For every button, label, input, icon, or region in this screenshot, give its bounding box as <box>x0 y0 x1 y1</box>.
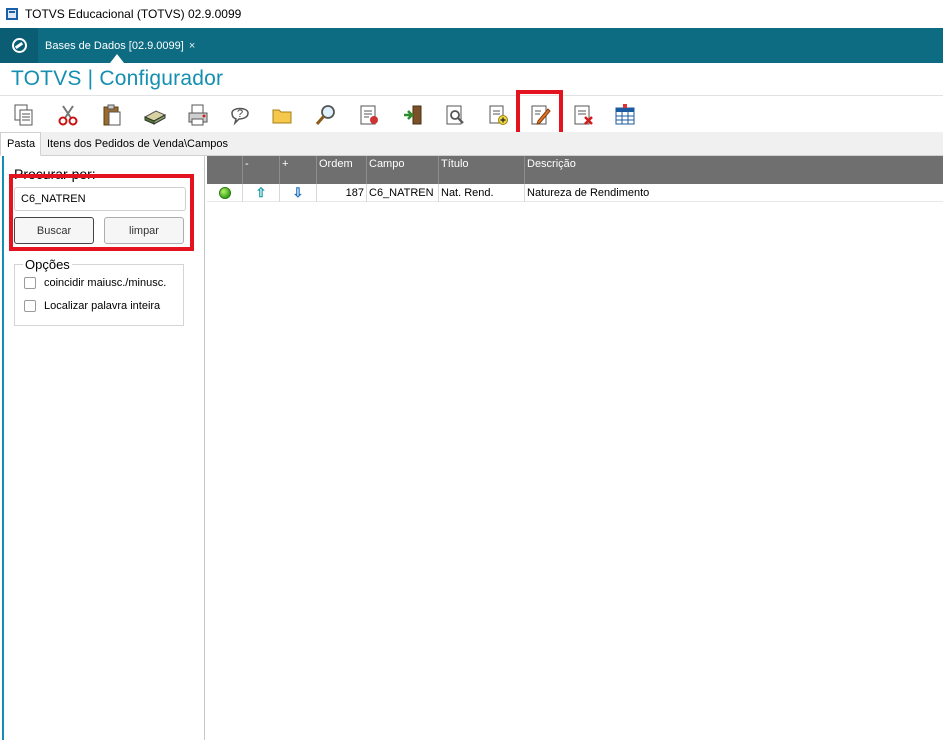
totvs-logo-icon <box>11 38 27 53</box>
ordem-cell: 187 <box>317 184 367 202</box>
folder-icon[interactable] <box>267 100 297 130</box>
tab-label: Bases de Dados [02.9.0099] <box>45 39 184 52</box>
campo-cell: C6_NATREN <box>367 184 439 202</box>
svg-text:?: ? <box>237 108 243 120</box>
document-icon[interactable] <box>354 100 384 130</box>
search-icon[interactable] <box>311 100 341 130</box>
panel-accent-bar <box>2 156 4 740</box>
page-title: TOTVS | Configurador <box>11 67 224 90</box>
active-tab-pointer <box>110 54 124 63</box>
close-tab-icon[interactable]: × <box>189 40 195 52</box>
fields-grid: - + Ordem Campo Título Descrição ⇧ ⇩ 187… <box>207 156 943 740</box>
column-descricao[interactable]: Descrição <box>525 156 943 184</box>
options-group: Opções coincidir maiusc./minusc. Localiz… <box>14 257 184 326</box>
window-titlebar: TOTVS Educacional (TOTVS) 02.9.0099 <box>0 0 943 28</box>
column-status[interactable] <box>207 156 243 184</box>
breadcrumb-path: Itens dos Pedidos de Venda\Campos <box>47 138 229 150</box>
exit-icon[interactable] <box>398 100 428 130</box>
edit-icon[interactable] <box>525 100 555 130</box>
status-green-icon <box>218 187 231 199</box>
copy-icon[interactable] <box>9 100 39 130</box>
option-match-case[interactable]: coincidir maiusc./minusc. <box>24 277 166 289</box>
folder-tabs: Pasta Itens dos Pedidos de Venda\Campos <box>0 132 943 156</box>
match-case-label: coincidir maiusc./minusc. <box>44 277 167 289</box>
preview-icon[interactable] <box>440 100 470 130</box>
arrow-up-icon[interactable]: ⇧ <box>256 185 267 201</box>
whole-word-checkbox[interactable] <box>24 300 36 312</box>
tab-pasta[interactable]: Pasta <box>0 132 41 156</box>
whole-word-label: Localizar palavra inteira <box>44 300 161 312</box>
search-panel: Procurar por: Buscar limpar Opções coinc… <box>0 156 205 740</box>
column-minus[interactable]: - <box>243 156 280 184</box>
paste-icon[interactable] <box>97 100 127 130</box>
move-down-cell[interactable]: ⇩ <box>280 184 317 202</box>
status-cell <box>207 184 243 202</box>
option-whole-word[interactable]: Localizar palavra inteira <box>24 300 160 312</box>
app-window-icon <box>6 8 18 20</box>
grid-header: - + Ordem Campo Título Descrição <box>207 156 943 184</box>
procurar-label: Procurar por: <box>14 166 96 182</box>
arrow-down-icon[interactable]: ⇩ <box>293 185 304 201</box>
buscar-button[interactable]: Buscar <box>14 217 94 244</box>
window-title: TOTVS Educacional (TOTVS) 02.9.0099 <box>25 7 242 21</box>
move-up-cell[interactable]: ⇧ <box>243 184 280 202</box>
book-icon[interactable] <box>140 100 170 130</box>
column-campo[interactable]: Campo <box>367 156 439 184</box>
table-icon[interactable] <box>610 100 640 130</box>
totvs-home-button[interactable] <box>0 28 38 63</box>
add-document-icon[interactable] <box>483 100 513 130</box>
column-titulo[interactable]: Título <box>439 156 525 184</box>
cut-icon[interactable] <box>53 100 83 130</box>
help-icon[interactable]: ? <box>225 100 255 130</box>
descricao-cell: Natureza de Rendimento <box>527 187 650 199</box>
options-legend: Opções <box>23 257 72 272</box>
titulo-cell: Nat. Rend. <box>439 184 525 202</box>
column-ordem[interactable]: Ordem <box>317 156 367 184</box>
table-row[interactable]: ⇧ ⇩ 187 C6_NATREN Nat. Rend. Natureza de… <box>207 184 943 202</box>
column-plus[interactable]: + <box>280 156 317 184</box>
match-case-checkbox[interactable] <box>24 277 36 289</box>
limpar-button[interactable]: limpar <box>104 217 184 244</box>
toolbar: ? <box>0 96 943 132</box>
search-input[interactable] <box>14 187 186 211</box>
delete-document-icon[interactable] <box>568 100 598 130</box>
print-icon[interactable] <box>183 100 213 130</box>
app-tab-bar: Bases de Dados [02.9.0099] × <box>0 28 943 63</box>
